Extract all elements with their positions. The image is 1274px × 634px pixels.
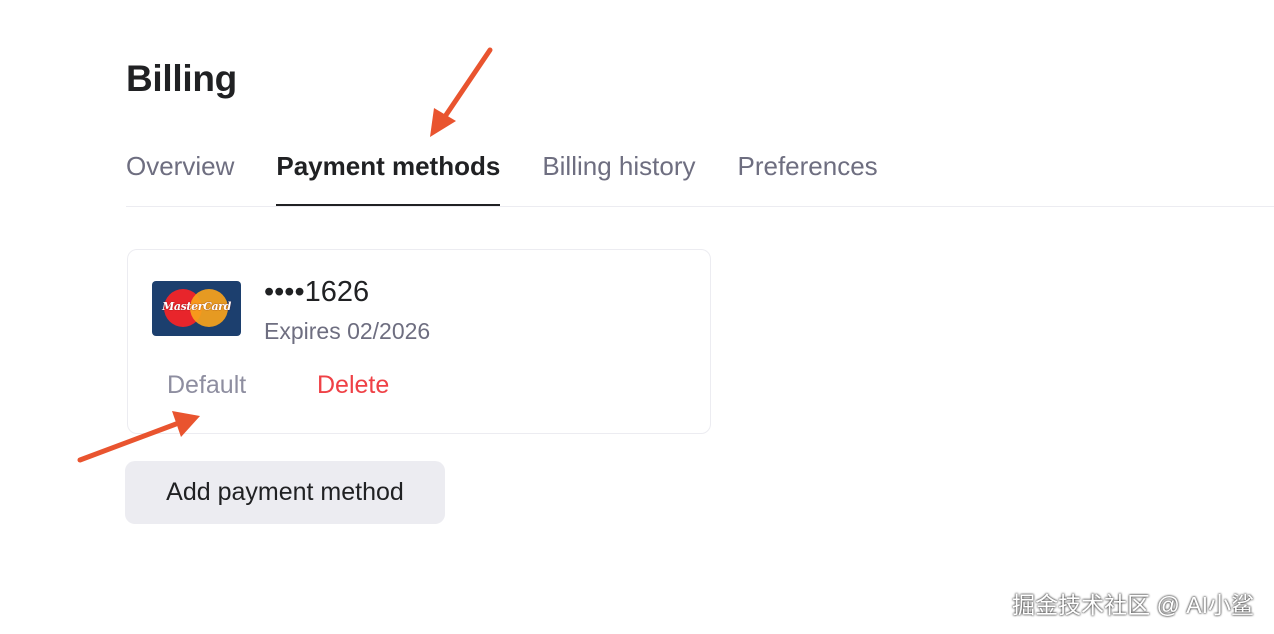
arrow-shaft: [77, 421, 179, 463]
arrow-shaft: [441, 47, 493, 121]
arrow-head: [430, 108, 456, 137]
arrow-to-default-button: [77, 411, 200, 463]
annotation-arrows: [77, 47, 493, 463]
watermark: 掘金技术社区 @ AI小鲨: [1012, 592, 1254, 618]
billing-page: Billing Overview Payment methods Billing…: [0, 0, 1274, 634]
arrow-to-payment-methods-tab: [430, 47, 493, 137]
